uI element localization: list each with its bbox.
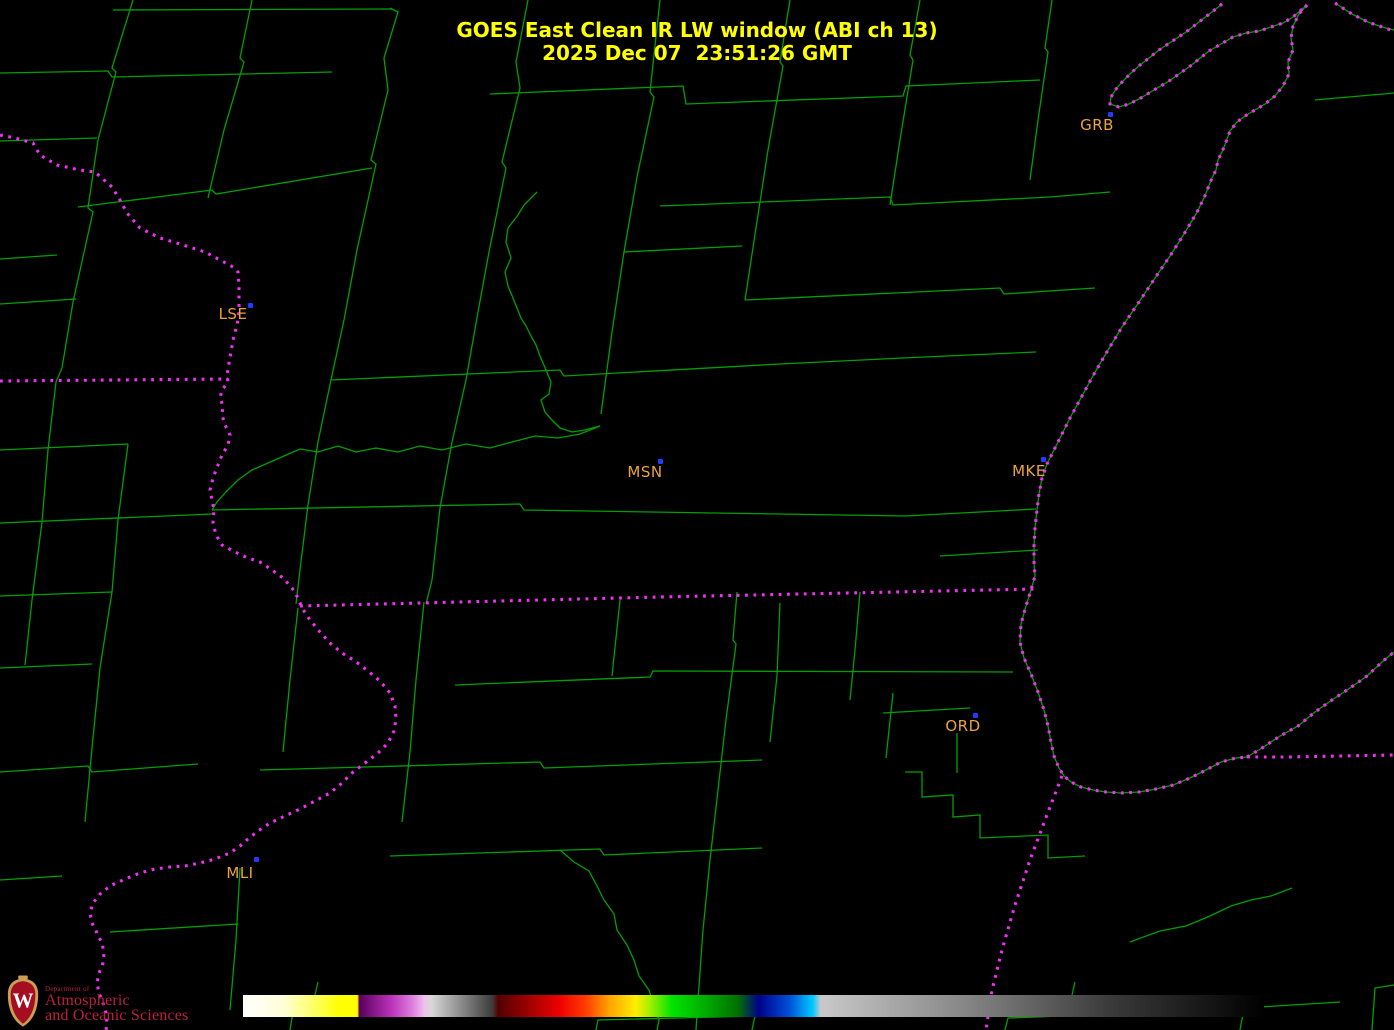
county-boundary-line: [489, 79, 1041, 105]
county-boundary-line: [849, 591, 861, 701]
svg-text:W: W: [13, 989, 34, 1013]
county-boundary-line: [41, 381, 57, 523]
county-boundary-line: [504, 191, 601, 433]
county-boundary-line: [389, 847, 763, 857]
state-border-dotted-line: [1247, 753, 1394, 759]
county-boundary-line: [425, 441, 453, 605]
image-timestamp: 2025 Dec 07 23:51:26 GMT: [542, 41, 852, 65]
county-boundary-line: [0, 254, 58, 260]
county-boundary-line: [401, 601, 425, 823]
county-boundary-line: [0, 663, 93, 669]
station-dot-icon: [254, 857, 259, 862]
county-boundary-line: [1071, 981, 1076, 996]
county-boundary-line: [211, 503, 1037, 517]
county-boundary-line: [1314, 92, 1394, 101]
station-label: MKE: [1012, 462, 1046, 480]
county-boundary-line: [1371, 984, 1394, 1030]
county-boundary-line: [595, 1015, 756, 1030]
station-label: GRB: [1080, 116, 1114, 134]
state-border-dotted-line: [0, 133, 398, 1030]
county-boundary-line: [0, 70, 333, 78]
state-border-dotted-line: [0, 377, 229, 383]
county-boundary-line: [885, 692, 894, 759]
county-boundary-line: [769, 602, 781, 743]
county-boundary-line: [454, 670, 1014, 686]
county-boundary-line: [882, 707, 971, 714]
county-boundary-line: [77, 167, 373, 208]
county-boundary-line: [659, 191, 1111, 207]
state-border-dotted-line: [1246, 650, 1394, 759]
county-boundary-line: [939, 549, 1039, 557]
county-boundary-line: [623, 245, 743, 253]
county-boundary-line: [695, 591, 738, 1030]
county-boundary-line: [1129, 887, 1293, 943]
state-border-dotted-line: [299, 587, 1036, 608]
uw-aos-logo: W Department of Atmospheric and Oceanic …: [5, 975, 188, 1029]
county-boundary-line: [611, 599, 621, 677]
county-boundary-line: [229, 867, 241, 1011]
station-label: MSN: [627, 463, 663, 481]
county-boundary-line: [0, 763, 199, 773]
county-boundary-line: [282, 607, 299, 753]
county-boundary-line: [1004, 1015, 1063, 1030]
image-title-block: GOES East Clean IR LW window (ABI ch 13)…: [0, 19, 1394, 65]
uw-aos-logo-text: Department of Atmospheric and Oceanic Sc…: [45, 985, 188, 1029]
county-boundary-line: [112, 8, 393, 11]
satellite-image-viewport: GOES East Clean IR LW window (ABI ch 13)…: [0, 0, 1394, 1030]
county-boundary-line: [1246, 651, 1394, 758]
county-boundary-line: [1019, 4, 1308, 794]
county-boundary-line: [0, 443, 129, 451]
county-boundary-line: [84, 747, 93, 823]
county-boundary-line: [211, 425, 601, 511]
temperature-colorbar: [243, 995, 1264, 1017]
county-boundary-line: [744, 287, 1096, 301]
county-boundary-line: [0, 513, 213, 524]
county-boundary-line: [314, 981, 319, 996]
county-boundary-line: [0, 591, 113, 597]
county-boundary-line: [451, 0, 529, 443]
county-boundary-line: [0, 875, 63, 881]
county-boundary-line: [330, 351, 1037, 381]
uw-crest-icon: W: [7, 975, 39, 1027]
county-boundary-line: [259, 759, 763, 771]
county-boundary-line: [0, 298, 77, 305]
station-dot-icon: [248, 303, 253, 308]
image-title: GOES East Clean IR LW window (ABI ch 13): [456, 18, 938, 42]
county-boundary-line: [0, 137, 98, 142]
logo-line1: Atmospheric: [45, 992, 130, 1009]
county-boundary-line: [91, 591, 113, 749]
logo-line2: and Oceanic Sciences: [45, 1007, 189, 1024]
county-boundary-line: [24, 521, 43, 666]
county-boundary-line: [109, 923, 239, 933]
station-label: LSE: [218, 305, 248, 323]
state-border-dotted-line: [1018, 3, 1309, 795]
state-border-dotted-line: [984, 775, 1064, 1030]
county-boundary-line: [295, 441, 319, 605]
county-boundary-line: [317, 7, 399, 443]
station-label: ORD: [945, 717, 981, 735]
satellite-map: [0, 0, 1394, 1030]
station-label: MLI: [226, 864, 254, 882]
